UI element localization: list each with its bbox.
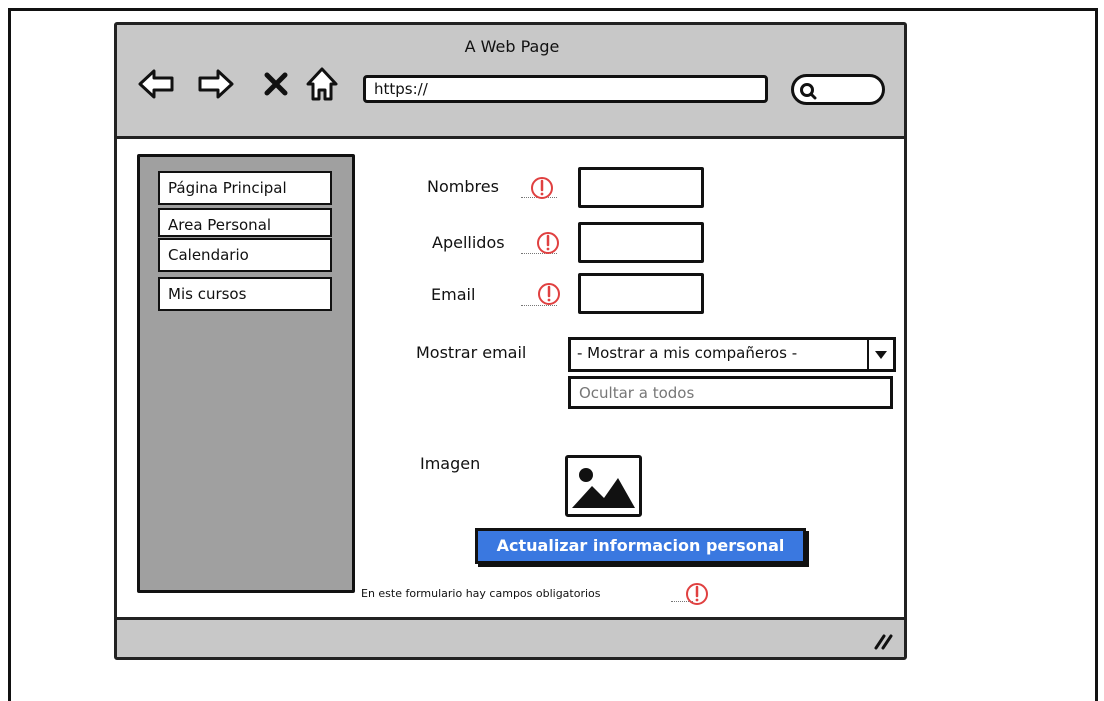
sidebar-item-area-personal[interactable]: Area Personal (158, 208, 332, 237)
resize-grip-icon[interactable] (870, 628, 894, 652)
forward-button[interactable] (197, 65, 235, 103)
warning-icon (686, 583, 708, 605)
mostrar-email-selected: - Mostrar a mis compañeros - (577, 344, 798, 362)
sidebar-item-mis-cursos[interactable]: Mis cursos (158, 277, 332, 311)
sidebar-item-calendario[interactable]: Calendario (158, 238, 332, 272)
email-input[interactable] (578, 273, 704, 314)
address-bar[interactable]: https:// (363, 75, 768, 103)
canvas: A Web Page https:// Página Principal Are… (0, 0, 1104, 701)
home-button[interactable] (303, 65, 341, 103)
image-placeholder-icon (572, 468, 635, 508)
forward-arrow-icon (198, 69, 234, 99)
warning-icon (531, 177, 553, 199)
image-upload[interactable] (565, 455, 642, 517)
mostrar-email-select[interactable]: - Mostrar a mis compañeros - (568, 337, 896, 372)
sidebar: Página Principal Area Personal Calendari… (137, 154, 355, 593)
window-title: A Web Page (464, 37, 560, 56)
dropdown-toggle[interactable] (867, 340, 893, 369)
browser-toolbar: A Web Page https:// (117, 25, 904, 139)
warning-icon (537, 232, 559, 254)
chevron-down-icon (875, 350, 887, 359)
stop-button[interactable] (257, 65, 295, 103)
mostrar-email-label: Mostrar email (416, 343, 527, 362)
apellidos-label: Apellidos (432, 233, 505, 252)
required-fields-note: En este formulario hay campos obligatori… (361, 587, 601, 600)
nombres-label: Nombres (427, 177, 499, 196)
search-icon (800, 83, 817, 100)
outer-frame-top (8, 8, 1098, 11)
search-box[interactable] (791, 74, 885, 105)
back-arrow-icon (138, 69, 174, 99)
back-button[interactable] (137, 65, 175, 103)
home-icon (306, 67, 338, 101)
update-personal-info-button[interactable]: Actualizar informacion personal (475, 528, 806, 564)
email-label: Email (431, 285, 476, 304)
nombres-input[interactable] (578, 167, 704, 208)
stop-x-icon (264, 72, 288, 96)
outer-frame-left (8, 8, 11, 701)
apellidos-input[interactable] (578, 222, 704, 263)
outer-frame-right (1095, 8, 1098, 701)
imagen-label: Imagen (420, 454, 481, 473)
warning-icon (538, 283, 560, 305)
browser-window: A Web Page https:// Página Principal Are… (114, 22, 907, 660)
status-bar (117, 617, 904, 657)
mostrar-email-option[interactable]: Ocultar a todos (568, 376, 893, 409)
sidebar-item-pagina-principal[interactable]: Página Principal (158, 171, 332, 205)
